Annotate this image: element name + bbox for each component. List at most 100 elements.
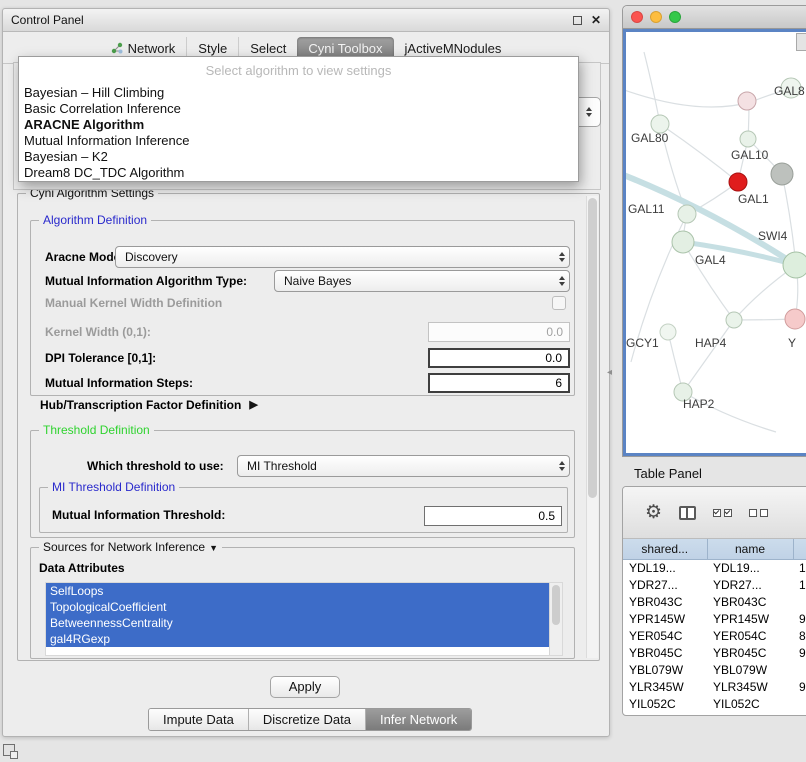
hub-tf-definition-label: Hub/Transcription Factor Definition [40, 397, 241, 413]
float-window-icon[interactable] [573, 16, 582, 25]
tab-infer-network[interactable]: Infer Network [365, 709, 471, 730]
algorithm-option[interactable]: Basic Correlation Inference [19, 101, 578, 117]
data-attribute-item[interactable]: TopologicalCoefficient [46, 599, 549, 615]
network-node[interactable] [660, 324, 676, 340]
node-label: GAL10 [731, 148, 769, 162]
table-cell: 8. [793, 627, 806, 644]
manual-kernel-checkbox[interactable] [552, 296, 566, 310]
table-cell: YBL079W [623, 661, 707, 678]
zoom-traffic-light[interactable] [669, 11, 681, 23]
select-all-columns-icon[interactable] [713, 509, 732, 517]
column-header[interactable] [793, 539, 806, 559]
table-row[interactable]: YPR145WYPR145W9. [623, 610, 806, 627]
split-pane-collapse-button[interactable]: ◂ [607, 368, 612, 378]
network-edge [782, 174, 796, 265]
mi-steps-label: Mutual Information Steps: [45, 372, 193, 394]
show-columns-icon[interactable] [679, 506, 696, 520]
settings-scrollbar[interactable] [586, 196, 598, 658]
table-row[interactable]: YDL19...YDL19...13 [623, 559, 806, 576]
table-row[interactable]: YIL052CYIL052C [623, 695, 806, 712]
table-cell: YDR27... [707, 576, 793, 593]
table-cell: 9. [793, 610, 806, 627]
mi-threshold-field[interactable] [424, 506, 562, 526]
node-label: GAL1 [738, 192, 769, 206]
data-attributes-label: Data Attributes [39, 560, 125, 576]
network-node[interactable] [738, 92, 756, 110]
network-view-window: GAL8GAL80GAL10GAL1GAL11SWI4GAL4GCY1HAP4Y… [622, 5, 806, 457]
unselect-all-columns-icon[interactable] [749, 509, 768, 517]
tab-impute-data[interactable]: Impute Data [149, 709, 248, 730]
minimize-traffic-light[interactable] [650, 11, 662, 23]
algorithm-option[interactable]: Dream8 DC_TDC Algorithm [19, 165, 578, 181]
algorithm-option[interactable]: Bayesian – K2 [19, 149, 578, 165]
network-node[interactable] [785, 309, 805, 329]
table-cell: YLR345W [707, 678, 793, 695]
mi-threshold-group: MI Threshold Definition Mutual Informati… [39, 487, 568, 533]
expand-right-icon: ▶ [249, 397, 257, 413]
network-node[interactable] [672, 231, 694, 253]
table-row[interactable]: YDR27...YDR27...12 [623, 576, 806, 593]
column-header[interactable]: shared... [623, 539, 707, 559]
algorithm-definition-group: Algorithm Definition Aracne Mode: Discov… [30, 220, 575, 396]
table-cell: YER054C [707, 627, 793, 644]
gear-icon[interactable]: ⚙ [645, 503, 662, 523]
mi-steps-field[interactable] [428, 373, 570, 393]
data-attributes-list: SelfLoopsTopologicalCoefficientBetweenne… [45, 582, 563, 656]
collapse-down-icon: ▼ [209, 543, 218, 553]
data-attribute-item[interactable]: SelfLoops [46, 583, 549, 599]
algorithm-option[interactable]: ARACNE Algorithm [19, 117, 578, 133]
network-edge [626, 87, 751, 107]
tab-discretize-data[interactable]: Discretize Data [248, 709, 365, 730]
network-canvas[interactable]: GAL8GAL80GAL10GAL1GAL11SWI4GAL4GCY1HAP4Y… [623, 29, 806, 456]
desktop: Control Panel ✕ Network Style Select Cyn… [0, 0, 806, 762]
close-icon[interactable]: ✕ [591, 14, 601, 26]
dpi-tolerance-label: DPI Tolerance [0,1]: [45, 347, 156, 369]
table-row[interactable]: YLR345WYLR345W9. [623, 678, 806, 695]
network-node[interactable] [729, 173, 747, 191]
mi-threshold-label: Mutual Information Threshold: [52, 504, 225, 526]
table-row[interactable]: YBR045CYBR045C9. [623, 644, 806, 661]
node-label: GAL80 [631, 131, 669, 145]
apply-button[interactable]: Apply [270, 676, 340, 698]
kernel-width-field[interactable] [428, 322, 570, 342]
combo-stepper-icon [554, 276, 569, 286]
data-attribute-item[interactable]: BetweennessCentrality [46, 615, 549, 631]
attributes-scrollbar[interactable] [549, 583, 562, 655]
algorithm-option[interactable]: Mutual Information Inference [19, 133, 578, 149]
algorithm-option[interactable]: Bayesian – Hill Climbing [19, 85, 578, 101]
network-edge [683, 320, 734, 392]
aracne-mode-combobox[interactable]: Discovery [115, 246, 570, 268]
dock-panel-icon[interactable] [3, 744, 15, 756]
table-row[interactable]: YBR043CYBR043C [623, 593, 806, 610]
node-label: GAL8 [774, 84, 805, 98]
table-panel-window: ⚙ shared...name YDL19...YDL19...13YDR27.… [622, 486, 806, 716]
combo-stepper-icon [554, 252, 569, 262]
table-row[interactable]: YER054CYER054C8. [623, 627, 806, 644]
close-traffic-light[interactable] [631, 11, 643, 23]
sources-group-title[interactable]: Sources for Network Inference▼ [39, 540, 222, 554]
network-node[interactable] [783, 252, 806, 278]
network-node[interactable] [740, 131, 756, 147]
network-node[interactable] [678, 205, 696, 223]
node-label: GAL11 [628, 202, 665, 216]
table-cell: YDL19... [707, 559, 793, 576]
cyni-algorithm-settings-group: Cyni Algorithm Settings Algorithm Defini… [17, 193, 600, 661]
node-label: Y [788, 336, 796, 350]
network-tab-icon [111, 42, 123, 54]
data-attribute-item[interactable]: gal4RGexp [46, 631, 549, 647]
table-cell: 12 [793, 576, 806, 593]
which-threshold-combobox[interactable]: MI Threshold [237, 455, 570, 477]
table-cell [793, 695, 806, 712]
table-row[interactable]: YBL079WYBL079W [623, 661, 806, 678]
column-header[interactable]: name [707, 539, 793, 559]
table-toolbar: ⚙ [623, 487, 806, 539]
dpi-tolerance-field[interactable] [428, 348, 570, 368]
network-node[interactable] [726, 312, 742, 328]
network-toolbar-fragment[interactable] [796, 33, 806, 51]
table-cell: YBL079W [707, 661, 793, 678]
mi-type-combobox[interactable]: Naive Bayes [274, 270, 570, 292]
hub-tf-definition-toggle[interactable]: Hub/Transcription Factor Definition ▶ [40, 397, 258, 413]
network-node[interactable] [771, 163, 793, 185]
node-attribute-table: shared...name YDL19...YDL19...13YDR27...… [623, 539, 806, 712]
aracne-mode-label: Aracne Mode: [45, 246, 124, 268]
